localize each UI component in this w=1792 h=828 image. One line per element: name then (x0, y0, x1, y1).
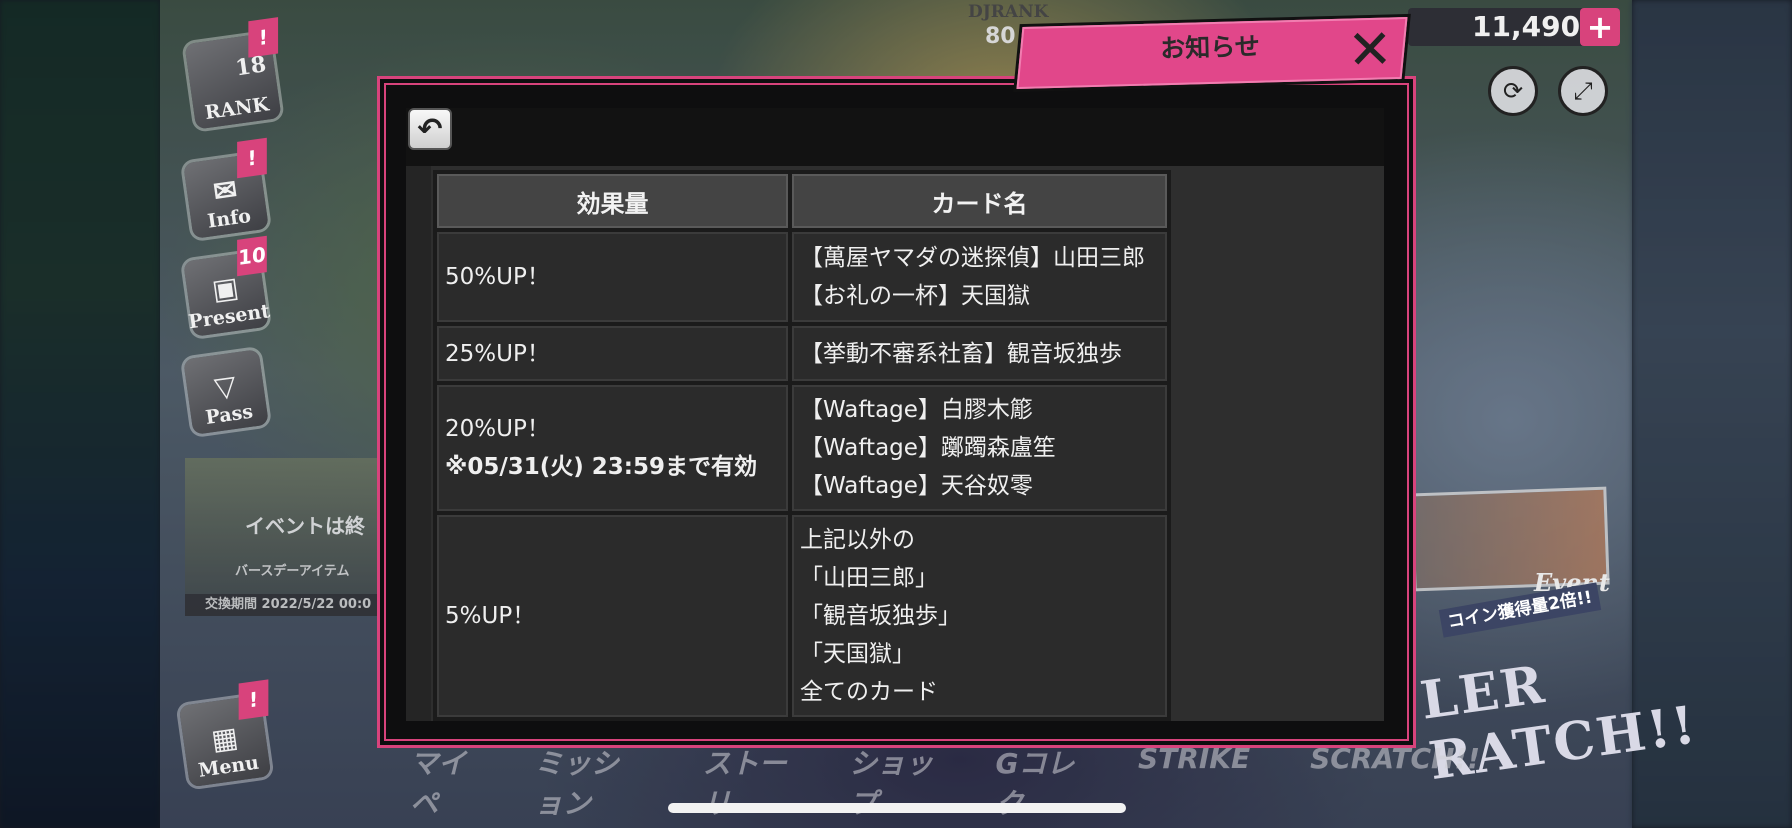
modal-title: お知らせ (1159, 31, 1261, 64)
event-banner-subtitle: バースデーアイテム (235, 564, 350, 579)
card-cell: 上記以外の 「山田三郎」 「観音坂独歩」 「天国獄」 全てのカード (792, 515, 1167, 717)
refresh-icon[interactable]: ⟳ (1488, 66, 1538, 116)
grid-icon: ▦ (209, 720, 241, 757)
envelope-icon: ✉ (211, 172, 240, 209)
rank-button[interactable]: ! 18 RANK (184, 17, 282, 130)
nav-item: STRIKE (1138, 742, 1251, 775)
event-banner: イベントは終 バースデーアイテム 交換期間 2022/5/22 00:0 (185, 458, 385, 616)
rank-label: RANK (203, 93, 271, 125)
event-banner-title: イベントは終 (245, 514, 365, 538)
card-name: 「山田三郎」 (800, 565, 938, 591)
card-name: 【Waftage】躑躅森盧笙 (800, 435, 1056, 461)
effect-value: 20%UP！ (445, 416, 550, 442)
bottom-nav: マイペ ミッション ストーリ ショップ Gコレク STRIKE SCRATCH!… (400, 742, 1480, 820)
card-name: 「天国獄」 (800, 641, 915, 667)
card-name: 上記以外の (800, 527, 915, 553)
home-indicator[interactable] (668, 803, 1126, 813)
card-name: 【お礼の一杯】天国獄 (800, 283, 1030, 309)
dj-rank-label: DJRANK (968, 2, 1049, 22)
gift-box-icon: ▣ (209, 270, 241, 307)
close-icon[interactable]: ✕ (1341, 17, 1398, 81)
nav-item: Gコレク (995, 747, 1075, 820)
card-name: 全てのカード (800, 679, 938, 705)
effect-value: 5%UP！ (445, 603, 536, 629)
table-header-row: 効果量 カード名 (437, 174, 1167, 228)
menu-label: Menu (197, 751, 261, 782)
table-row: 5%UP！ 上記以外の 「山田三郎」 「観音坂独歩」 「天国獄」 全てのカード (437, 515, 1167, 717)
present-button[interactable]: 10 ▣ Present (183, 235, 271, 337)
table-row: 20%UP！ ※05/31(火) 23:59まで有効 【Waftage】白膠木簓… (437, 385, 1167, 511)
card-name: 【Waftage】天谷奴零 (800, 473, 1033, 499)
pass-ticket-icon: ▽ (212, 368, 239, 405)
card-cell: 【萬屋ヤマダの迷探偵】山田三郎 【お礼の一杯】天国獄 (792, 232, 1167, 322)
content-left-strip (406, 166, 431, 721)
effect-value: 50%UP！ (445, 264, 550, 290)
nav-item: SCRATCH!! (1310, 742, 1480, 775)
event-banner-period: 交換期間 2022/5/22 00:0 (185, 594, 385, 616)
table-row: 25%UP！ 【挙動不審系社畜】観音坂独歩 (437, 326, 1167, 381)
card-cell: 【挙動不審系社畜】観音坂独歩 (792, 326, 1167, 381)
nav-item: マイペ (410, 747, 467, 820)
card-cell: 【Waftage】白膠木簓 【Waftage】躑躅森盧笙 【Waftage】天谷… (792, 385, 1167, 511)
effect-table: 効果量 カード名 50%UP！ 【萬屋ヤマダの迷探偵】山田三郎 【お礼の一杯】天… (433, 170, 1171, 721)
card-name: 「観音坂独歩」 (800, 603, 961, 629)
nav-item: ショップ (849, 747, 934, 820)
card-name: 【Waftage】白膠木簓 (800, 397, 1033, 423)
back-arrow-icon[interactable]: ↶ (408, 108, 452, 150)
menu-button[interactable]: ! ▦ Menu (178, 679, 272, 788)
effect-cell: 5%UP！ (437, 515, 788, 717)
card-name: 【挙動不審系社畜】観音坂独歩 (800, 340, 1122, 367)
table-header-effect: 効果量 (437, 174, 788, 228)
nav-item: ストーリ (702, 747, 787, 820)
info-button[interactable]: ! ✉ Info (183, 137, 269, 239)
effect-cell: 25%UP！ (437, 326, 788, 381)
effect-cell: 50%UP！ (437, 232, 788, 322)
effect-value: 25%UP！ (445, 340, 550, 367)
table-row: 50%UP！ 【萬屋ヤマダの迷探偵】山田三郎 【お礼の一杯】天国獄 (437, 232, 1167, 322)
card-name: 【萬屋ヤマダの迷探偵】山田三郎 (800, 245, 1145, 271)
present-count-badge: 10 (237, 235, 267, 277)
effect-validity-note: ※05/31(火) 23:59まで有効 (445, 454, 758, 480)
add-coins-button[interactable]: + (1580, 8, 1620, 46)
nav-item: ミッション (534, 747, 619, 820)
dj-rank-value: 80 (985, 24, 1016, 49)
pass-label: Pass (204, 400, 255, 429)
info-label: Info (206, 204, 253, 233)
menu-alert-badge: ! (238, 679, 269, 720)
modal-header (406, 108, 1384, 166)
fullscreen-icon[interactable]: ⤢ (1558, 66, 1608, 116)
coin-bonus-label: コイン獲得量2倍!! (1438, 582, 1602, 638)
table-header-card: カード名 (792, 174, 1167, 228)
scratch-event-banner: Event コイン獲得量2倍!! LER RATCH!! (1417, 560, 1701, 792)
pass-button[interactable]: ▽ Pass (183, 349, 269, 435)
info-alert-badge: ! (237, 137, 267, 179)
rank-value: 18 (233, 51, 268, 82)
effect-cell: 20%UP！ ※05/31(火) 23:59まで有効 (437, 385, 788, 511)
